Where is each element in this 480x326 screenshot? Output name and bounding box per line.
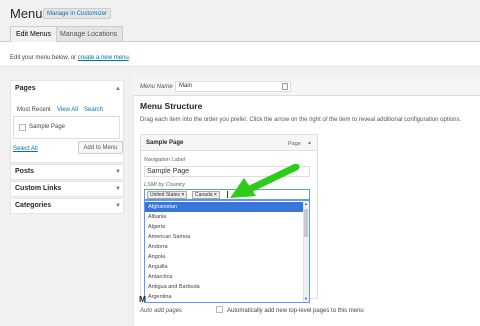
custom-links-title[interactable]: Custom Links — [15, 185, 61, 192]
menu-item-type: Page — [288, 141, 301, 147]
dropdown-option[interactable]: Antarctica — [145, 272, 303, 282]
dropdown-option[interactable]: Antigua and Barbuda — [145, 282, 303, 292]
select-all-link[interactable]: Select All — [13, 146, 38, 152]
tag-canada[interactable]: Canada × — [192, 191, 220, 199]
notice-text: Edit your menu below, or create a new me… — [10, 55, 130, 61]
navigation-label-caption: Navigation Label — [144, 157, 185, 163]
tab-view-all[interactable]: View All — [57, 107, 78, 113]
menu-instructions: Drag each item into the order you prefer… — [140, 117, 462, 123]
add-to-menu-button[interactable]: Add to Menu — [78, 141, 123, 154]
menu-settings-heading: M — [139, 294, 147, 304]
menu-item-title: Sample Page — [146, 140, 184, 146]
notice-text-lead: Edit your menu below, or — [10, 55, 77, 61]
pages-panel-title[interactable]: Pages — [15, 85, 36, 92]
dropdown-option[interactable]: Algeria — [145, 222, 303, 232]
scroll-down-icon[interactable]: ▼ — [304, 296, 308, 301]
categories-title[interactable]: Categories — [15, 202, 51, 209]
green-arrow-icon — [230, 164, 300, 198]
dropdown-option[interactable]: Angola — [145, 252, 303, 262]
field-icon — [282, 83, 288, 90]
dropdown-option[interactable]: American Samoa — [145, 232, 303, 242]
posts-title[interactable]: Posts — [15, 168, 34, 175]
expand-triangle-icon[interactable]: ▼ — [115, 203, 121, 209]
create-new-menu-link[interactable]: create a new menu — [78, 55, 129, 61]
lsmi-country-caption: LSMI by Country — [144, 182, 185, 188]
remove-tag-icon[interactable]: × — [214, 192, 217, 198]
sample-page-checkbox[interactable] — [19, 124, 26, 131]
auto-add-pages-label: Auto add pages — [140, 308, 183, 314]
scrollbar-thumb[interactable] — [304, 209, 308, 237]
expand-triangle-icon[interactable]: ▼ — [115, 186, 121, 192]
remove-tag-icon[interactable]: × — [181, 192, 184, 198]
auto-add-checkbox[interactable] — [216, 306, 223, 313]
collapse-triangle-icon[interactable]: ▲ — [115, 86, 121, 92]
tab-edit-menus[interactable]: Edit Menus — [10, 26, 58, 42]
dropdown-option[interactable]: Argentina — [145, 292, 303, 302]
tag-label: Canada — [195, 192, 213, 198]
menu-name-input[interactable]: Main — [175, 81, 291, 92]
auto-add-text[interactable]: Automatically add new top-level pages to… — [227, 308, 364, 314]
dropdown-option[interactable]: Andorra — [145, 242, 303, 252]
item-toggle-icon[interactable]: ▲ — [307, 140, 312, 146]
menu-structure-title: Menu Structure — [140, 101, 203, 111]
tag-label: United States — [150, 192, 181, 198]
dropdown-option[interactable]: Anguilla — [145, 262, 303, 272]
expand-triangle-icon[interactable]: ▼ — [115, 169, 121, 175]
tab-manage-locations[interactable]: Manage Locations — [54, 26, 124, 42]
scroll-up-icon[interactable]: ▲ — [304, 201, 308, 206]
manage-in-customizer-button[interactable]: Manage in Customizer — [43, 8, 112, 19]
dropdown-option[interactable]: Albania — [145, 212, 303, 222]
tab-search[interactable]: Search — [84, 107, 103, 113]
menu-name-label: Menu Name — [140, 84, 173, 90]
notice-text-end: . — [128, 55, 131, 61]
sample-page-label[interactable]: Sample Page — [29, 124, 65, 130]
tag-united-states[interactable]: United States × — [147, 191, 188, 199]
tab-most-recent[interactable]: Most Recent — [17, 107, 51, 113]
